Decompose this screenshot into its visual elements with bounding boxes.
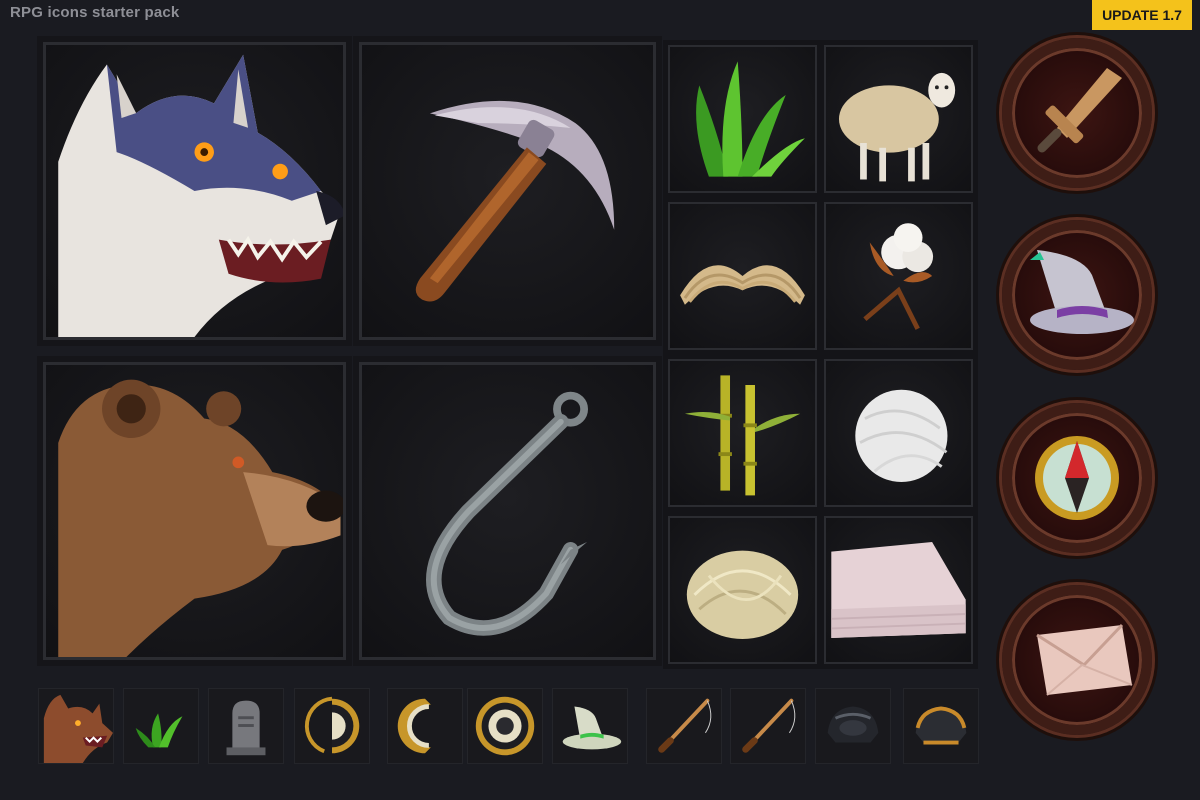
mini-coin[interactable] [467, 688, 543, 764]
mini-wolf[interactable] [38, 688, 114, 764]
grass-icon [135, 713, 183, 748]
bear-tile[interactable] [43, 362, 346, 660]
grass-icon [696, 61, 805, 177]
cotton-plant-icon [863, 223, 934, 330]
sheep-icon [838, 72, 956, 182]
mini-grass[interactable] [123, 688, 199, 764]
mini-witch-hat[interactable] [552, 688, 628, 764]
fishing-hook-icon [426, 391, 589, 636]
fishing-rod-icon [658, 698, 712, 753]
mini-coin-half[interactable] [294, 688, 370, 764]
pickaxe-tile[interactable] [359, 42, 656, 340]
mini-dark-armor[interactable] [815, 688, 891, 764]
envelope-medallion[interactable] [1002, 585, 1152, 735]
compass-medallion[interactable] [1002, 403, 1152, 553]
page-title: RPG icons starter pack [10, 4, 180, 21]
cloth-tile[interactable] [824, 516, 973, 664]
wooden-sword-icon [1037, 68, 1122, 153]
grass-tile[interactable] [668, 45, 817, 193]
cotton-tile[interactable] [824, 202, 973, 350]
dry-grass-tile[interactable] [668, 202, 817, 350]
mini-coin-sliver[interactable] [387, 688, 463, 764]
dark-armor-icon [827, 706, 879, 743]
compass-icon [1035, 436, 1119, 520]
cloth-icon [831, 542, 966, 638]
mini-gravestone[interactable] [208, 688, 284, 764]
hook-tile[interactable] [359, 362, 656, 660]
sheep-tile[interactable] [824, 45, 973, 193]
mini-gold-armor[interactable] [903, 688, 979, 764]
wolf-icon [43, 694, 113, 763]
gravestone-icon [226, 700, 266, 756]
sword-medallion[interactable] [1002, 38, 1152, 188]
wolf-icon [58, 54, 343, 337]
envelope-icon [1036, 623, 1133, 696]
coin-half-icon [304, 696, 360, 754]
update-badge: UPDATE 1.7 [1092, 0, 1192, 30]
coin-sliver-icon [397, 698, 431, 754]
bamboo-tile[interactable] [668, 359, 817, 507]
coin-icon [475, 696, 535, 756]
yarn-ball-icon [855, 389, 948, 482]
bear-icon [58, 379, 343, 657]
gold-armor-icon [915, 706, 967, 745]
pickaxe-icon [415, 100, 615, 302]
mini-fishing-rod-1[interactable] [646, 688, 722, 764]
wizard-hat-icon [1030, 250, 1134, 334]
mini-fishing-rod-2[interactable] [730, 688, 806, 764]
bamboo-icon [684, 375, 801, 496]
fiber-tile[interactable] [668, 516, 817, 664]
hat-medallion[interactable] [1002, 220, 1152, 370]
fishing-rod-icon [742, 698, 796, 753]
wolf-tile[interactable] [43, 42, 346, 340]
witch-hat-icon [562, 706, 622, 750]
dry-grass-bundle-icon [680, 265, 805, 305]
fiber-tuft-icon [686, 550, 799, 639]
yarn-tile[interactable] [824, 359, 973, 507]
